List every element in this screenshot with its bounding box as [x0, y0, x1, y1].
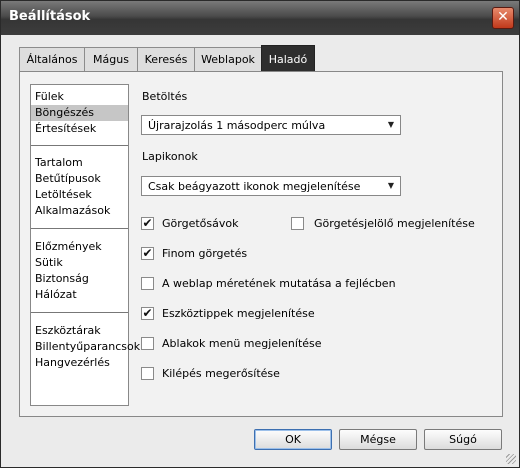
page-size-title-checkbox[interactable]	[141, 277, 154, 290]
cancel-button[interactable]: Mégse	[339, 429, 417, 450]
category-item-tabs[interactable]: Fülek	[31, 89, 128, 105]
check-icon: ✔	[142, 306, 153, 320]
check-icon: ✔	[142, 216, 153, 230]
scrollbars-checkbox[interactable]: ✔	[141, 217, 154, 230]
tab-search[interactable]: Keresés	[137, 47, 195, 71]
category-item-programs[interactable]: Alkalmazások	[31, 203, 128, 219]
close-icon: ✕	[497, 9, 509, 25]
tab-advanced[interactable]: Haladó	[261, 45, 315, 71]
resize-grip[interactable]	[506, 454, 516, 464]
category-item-notifications[interactable]: Értesítések	[31, 121, 128, 137]
category-item-content[interactable]: Tartalom	[31, 155, 128, 171]
tab-webpages[interactable]: Weblapok	[194, 47, 262, 71]
tooltips-checkbox[interactable]: ✔	[141, 307, 154, 320]
close-button[interactable]: ✕	[492, 7, 514, 29]
category-item-history[interactable]: Előzmények	[31, 239, 128, 255]
smooth-scroll-label: Finom görgetés	[162, 247, 248, 260]
category-item-fonts[interactable]: Betűtípusok	[31, 171, 128, 187]
reload-select-value: Újrarajzolás 1 másodperc múlva	[148, 119, 326, 132]
ok-button[interactable]: OK	[254, 429, 332, 450]
title-bar[interactable]: Beállítások ✕	[1, 1, 519, 35]
category-item-browsing[interactable]: Böngészés	[31, 105, 128, 121]
category-divider	[31, 145, 128, 146]
window-menu-label: Ablakok menü megjelenítése	[162, 337, 322, 350]
category-item-network[interactable]: Hálózat	[31, 287, 128, 303]
category-item-voice[interactable]: Hangvezérlés	[31, 355, 128, 371]
page-size-title-label: A weblap méretének mutatása a fejlécben	[162, 277, 396, 290]
category-divider	[31, 228, 128, 229]
category-divider	[31, 312, 128, 313]
page-icons-heading: Lapikonok	[142, 150, 198, 163]
category-list[interactable]: Fülek Böngészés Értesítések Tartalom Bet…	[30, 84, 140, 406]
tab-wand[interactable]: Mágus	[84, 47, 138, 71]
page-icons-select[interactable]: Csak beágyazott ikonok megjelenítése ▼	[141, 176, 401, 196]
window-title: Beállítások	[9, 9, 91, 24]
exit-confirm-checkbox[interactable]	[141, 367, 154, 380]
category-item-security[interactable]: Biztonság	[31, 271, 128, 287]
category-item-downloads[interactable]: Letöltések	[31, 187, 128, 203]
reload-select[interactable]: Újrarajzolás 1 másodperc múlva ▼	[141, 115, 401, 135]
advanced-panel: Fülek Böngészés Értesítések Tartalom Bet…	[19, 71, 503, 417]
loading-heading: Betöltés	[142, 90, 188, 103]
tab-general[interactable]: Általános	[19, 47, 85, 71]
chevron-down-icon: ▼	[387, 181, 395, 190]
help-button[interactable]: Súgó	[424, 429, 502, 450]
window-menu-checkbox[interactable]	[141, 337, 154, 350]
category-item-cookies[interactable]: Sütik	[31, 255, 128, 271]
exit-confirm-label: Kilépés megerősítése	[162, 367, 280, 380]
tooltips-label: Eszköztippek megjelenítése	[162, 307, 315, 320]
category-item-shortcuts[interactable]: Billentyűparancsok	[31, 339, 140, 355]
scroll-marker-label: Görgetésjelölő megjelenítése	[314, 217, 475, 230]
category-item-toolbars[interactable]: Eszköztárak	[31, 323, 128, 339]
check-icon: ✔	[142, 246, 153, 260]
scroll-marker-checkbox[interactable]	[291, 217, 304, 230]
page-icons-select-value: Csak beágyazott ikonok megjelenítése	[148, 180, 361, 193]
preferences-dialog: Beállítások ✕ Általános Mágus Keresés We…	[0, 0, 520, 468]
smooth-scroll-checkbox[interactable]: ✔	[141, 247, 154, 260]
chevron-down-icon: ▼	[387, 120, 395, 129]
scrollbars-label: Görgetősávok	[162, 217, 239, 230]
